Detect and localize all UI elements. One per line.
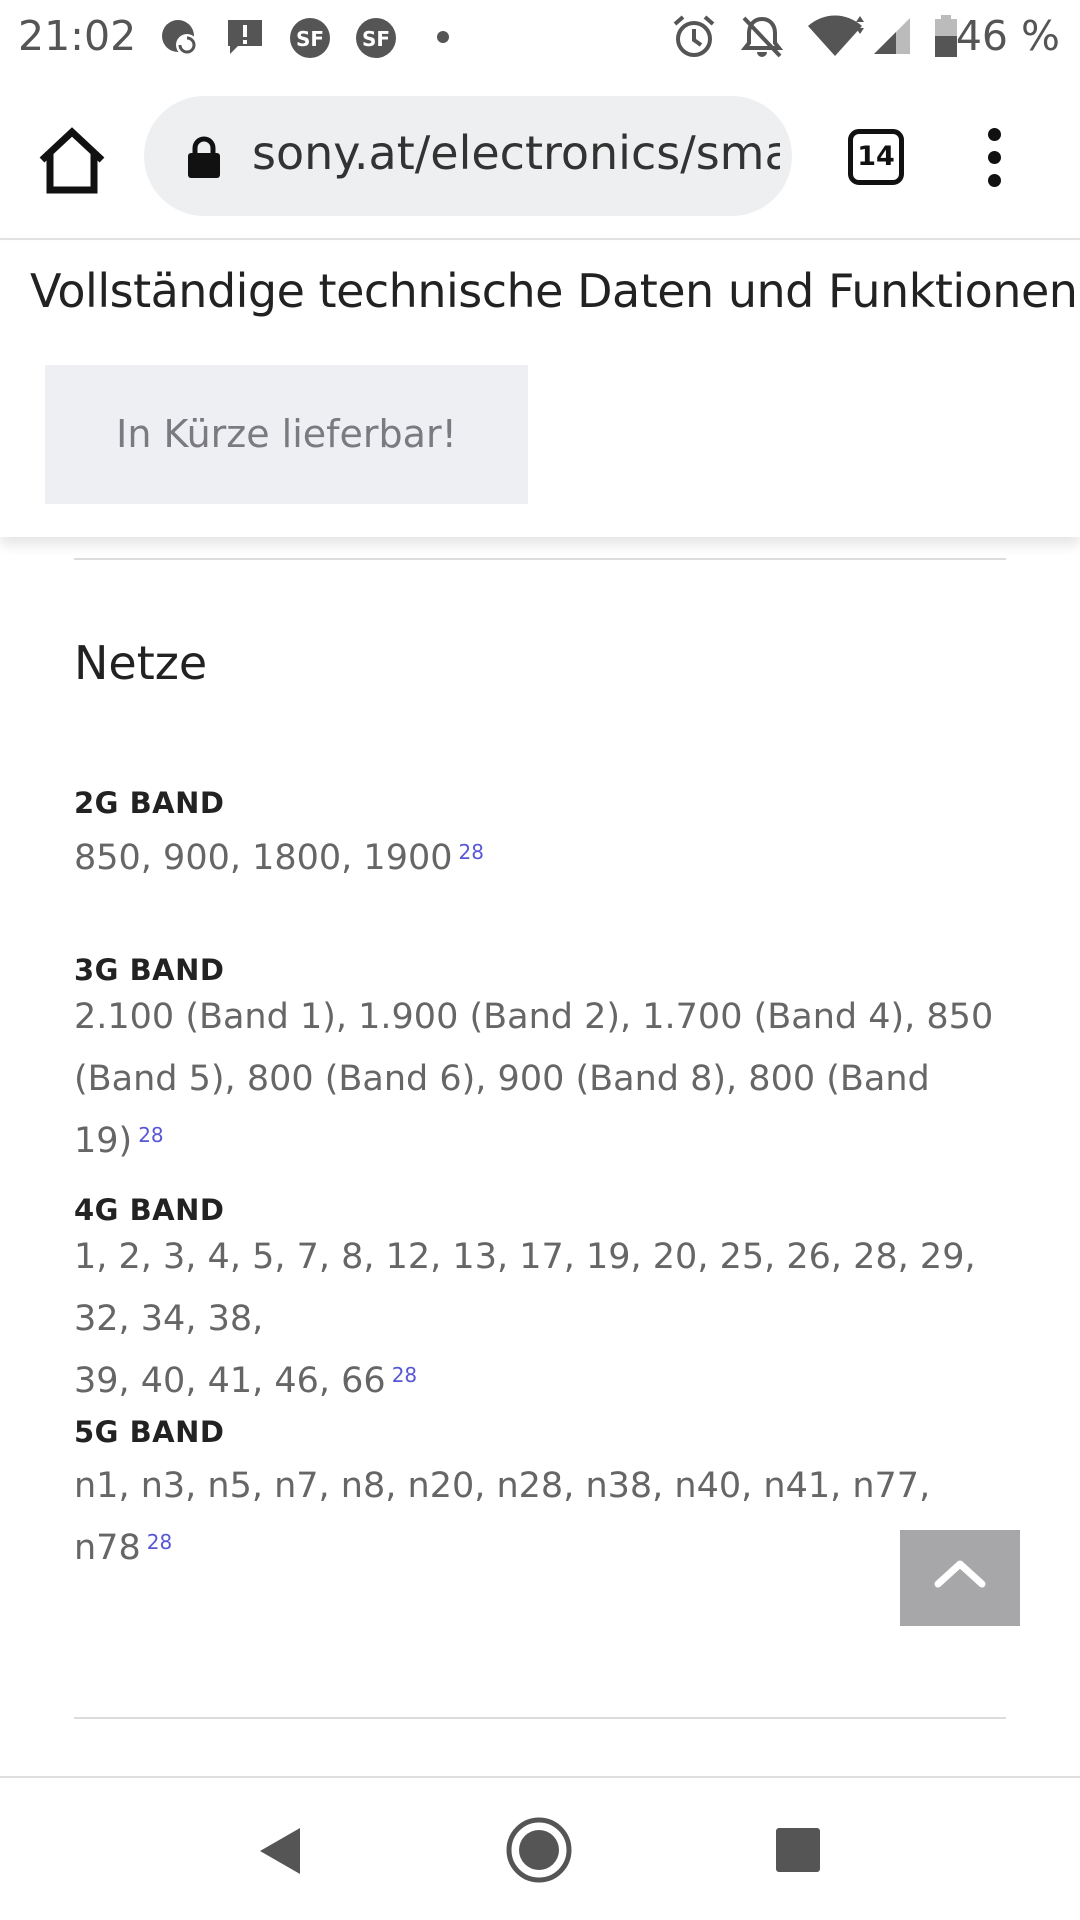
svg-text:SF: SF [296, 27, 324, 51]
spec-label-3g: 3G BAND [74, 953, 225, 987]
status-bar: 21:02 SF SF 46 % [0, 0, 1080, 76]
sf-app-icon: SF [356, 18, 396, 58]
spec-value-line: (Band 5), 800 (Band 6), 900 (Band 8), 80… [74, 1059, 930, 1161]
spec-label-5g: 5G BAND [74, 1415, 225, 1449]
spec-value-line: 2.100 (Band 1), 1.900 (Band 2), 1.700 (B… [74, 997, 994, 1037]
spec-value-2g: 850, 900, 1800, 1900 28 [74, 827, 1014, 889]
tab-switcher-button[interactable]: 14 [848, 129, 904, 185]
spec-value-line: 39, 40, 41, 46, 66 [74, 1361, 386, 1401]
spec-label-2g: 2G BAND [74, 786, 225, 820]
footnote-link[interactable]: 28 [392, 1363, 417, 1387]
sf-app-icon: SF [290, 18, 330, 58]
chevron-up-icon [934, 1560, 986, 1588]
spec-value-5g: n1, n3, n5, n7, n8, n20, n28, n38, n40, … [74, 1455, 1014, 1579]
home-icon[interactable] [36, 126, 108, 194]
back-to-top-button[interactable] [900, 1530, 1020, 1626]
spec-value-3g: 2.100 (Band 1), 1.900 (Band 2), 1.700 (B… [74, 986, 1014, 1172]
footnote-link[interactable]: 28 [138, 1123, 163, 1147]
status-time: 21:02 [18, 12, 137, 60]
battery-percentage: 46 % [955, 12, 1060, 60]
system-nav-bar [0, 1776, 1080, 1920]
dot-icon [437, 31, 449, 43]
footnote-link[interactable]: 28 [459, 840, 484, 864]
home-circle-icon[interactable] [505, 1816, 573, 1884]
battery-icon [935, 15, 957, 57]
alarm-icon [673, 15, 715, 57]
spec-value-4g: 1, 2, 3, 4, 5, 7, 8, 12, 13, 17, 19, 20,… [74, 1226, 1014, 1412]
address-bar[interactable]: sony.at/electronics/sma [144, 96, 792, 216]
url-text: sony.at/electronics/sma [252, 126, 780, 180]
sync-notification-icon [162, 20, 198, 56]
section-title: Netze [74, 636, 208, 690]
divider [74, 558, 1006, 560]
notifications-off-icon [740, 16, 784, 58]
menu-icon[interactable] [980, 128, 1010, 188]
recents-icon[interactable] [776, 1828, 820, 1872]
back-icon[interactable] [256, 1826, 304, 1876]
sticky-header: Vollständige technische Daten und Funkti… [0, 242, 1080, 537]
spec-value-text: 850, 900, 1800, 1900 [74, 838, 453, 878]
spec-label-4g: 4G BAND [74, 1193, 225, 1227]
divider [74, 1717, 1006, 1719]
availability-label: In Kürze lieferbar! [116, 412, 457, 456]
availability-button[interactable]: In Kürze lieferbar! [45, 365, 528, 504]
lock-icon [188, 136, 220, 178]
svg-text:SF: SF [362, 27, 390, 51]
spec-value-text: n1, n3, n5, n7, n8, n20, n28, n38, n40, … [74, 1466, 931, 1568]
alert-icon [228, 20, 262, 54]
page-title: Vollständige technische Daten und Funkti… [30, 264, 1078, 318]
spec-value-line: 1, 2, 3, 4, 5, 7, 8, 12, 13, 17, 19, 20,… [74, 1237, 976, 1339]
wifi-icon [808, 15, 864, 56]
browser-toolbar: sony.at/electronics/sma 14 [0, 76, 1080, 240]
signal-icon [874, 18, 910, 54]
footnote-link[interactable]: 28 [147, 1530, 172, 1554]
